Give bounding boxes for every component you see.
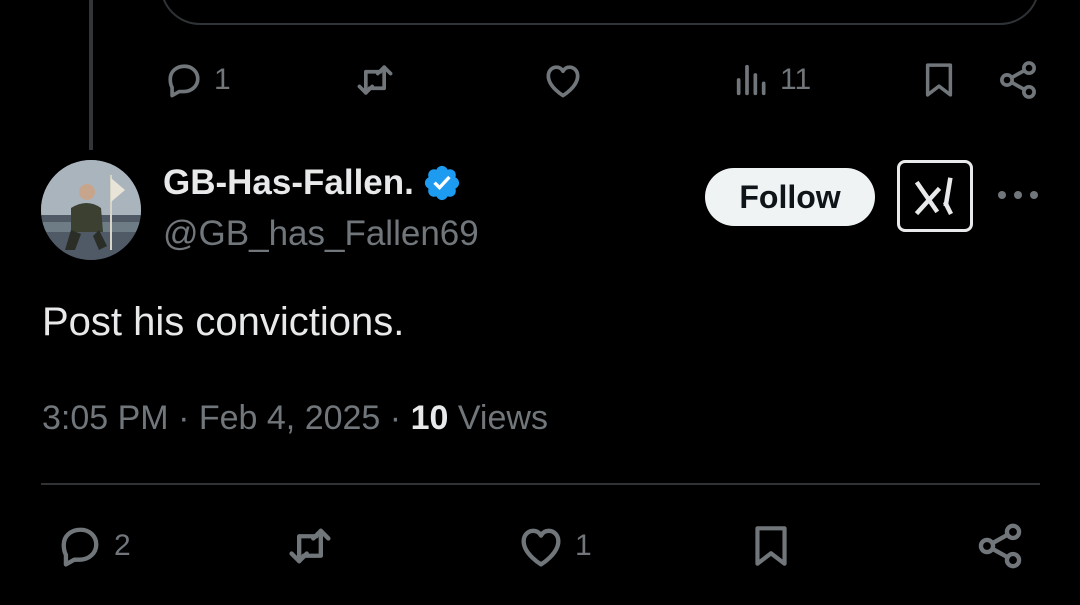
reply-count: 2 <box>114 529 131 562</box>
reply-icon <box>61 527 99 567</box>
previous-views-button[interactable]: 11 <box>732 58 811 102</box>
reply-icon <box>168 64 200 98</box>
divider <box>41 483 1040 485</box>
post-metadata: 3:05 PM · Feb 4, 2025 · 10 Views <box>42 399 548 438</box>
verified-badge-icon[interactable] <box>422 163 462 203</box>
post-date[interactable]: Feb 4, 2025 <box>199 399 380 437</box>
grok-button[interactable] <box>897 160 973 232</box>
previous-bookmark-button[interactable] <box>918 58 960 102</box>
share-icon <box>978 523 1022 569</box>
follow-button[interactable]: Follow <box>705 168 875 226</box>
post-action-bar: 2 1 <box>0 510 1080 570</box>
quoted-post-card[interactable] <box>160 0 1040 25</box>
more-icon-dot <box>998 191 1006 199</box>
like-button[interactable]: 1 <box>515 520 592 572</box>
bookmark-icon <box>755 526 787 566</box>
analytics-icon <box>736 64 766 96</box>
reply-button[interactable]: 2 <box>54 520 131 572</box>
previous-reply-count: 1 <box>214 63 231 96</box>
previous-post-action-bar: 1 11 <box>0 50 1080 110</box>
avatar-photo <box>41 160 141 260</box>
like-count: 1 <box>575 529 592 562</box>
post-views-count: 10 <box>410 399 449 437</box>
meta-separator: · <box>389 399 402 437</box>
post-views-label: Views <box>457 399 548 437</box>
share-button[interactable] <box>974 520 1026 572</box>
more-icon-dot <box>1014 191 1022 199</box>
repost-button[interactable] <box>283 520 337 572</box>
previous-reply-button[interactable]: 1 <box>162 58 231 102</box>
bookmark-icon <box>925 63 953 97</box>
post-text: Post his convictions. <box>42 300 405 344</box>
grok-icon <box>914 177 954 216</box>
meta-separator: · <box>178 399 190 437</box>
author-avatar[interactable] <box>41 160 141 260</box>
heart-icon <box>546 65 580 98</box>
previous-share-button[interactable] <box>996 58 1040 102</box>
author-name-text: GB-Has-Fallen. <box>163 163 414 202</box>
previous-views-count: 11 <box>780 63 812 96</box>
more-icon-dot <box>1030 191 1038 199</box>
repost-icon <box>289 528 331 564</box>
previous-like-button[interactable] <box>541 58 585 102</box>
author-handle[interactable]: @GB_has_Fallen69 <box>163 214 479 254</box>
repost-icon <box>357 65 393 95</box>
bookmark-button[interactable] <box>746 520 796 572</box>
previous-repost-button[interactable] <box>352 58 398 102</box>
author-display-name[interactable]: GB-Has-Fallen. <box>163 163 462 203</box>
heart-icon <box>521 528 561 567</box>
more-options-button[interactable] <box>998 180 1038 210</box>
post-time[interactable]: 3:05 PM <box>42 399 169 437</box>
share-icon <box>1000 61 1036 99</box>
